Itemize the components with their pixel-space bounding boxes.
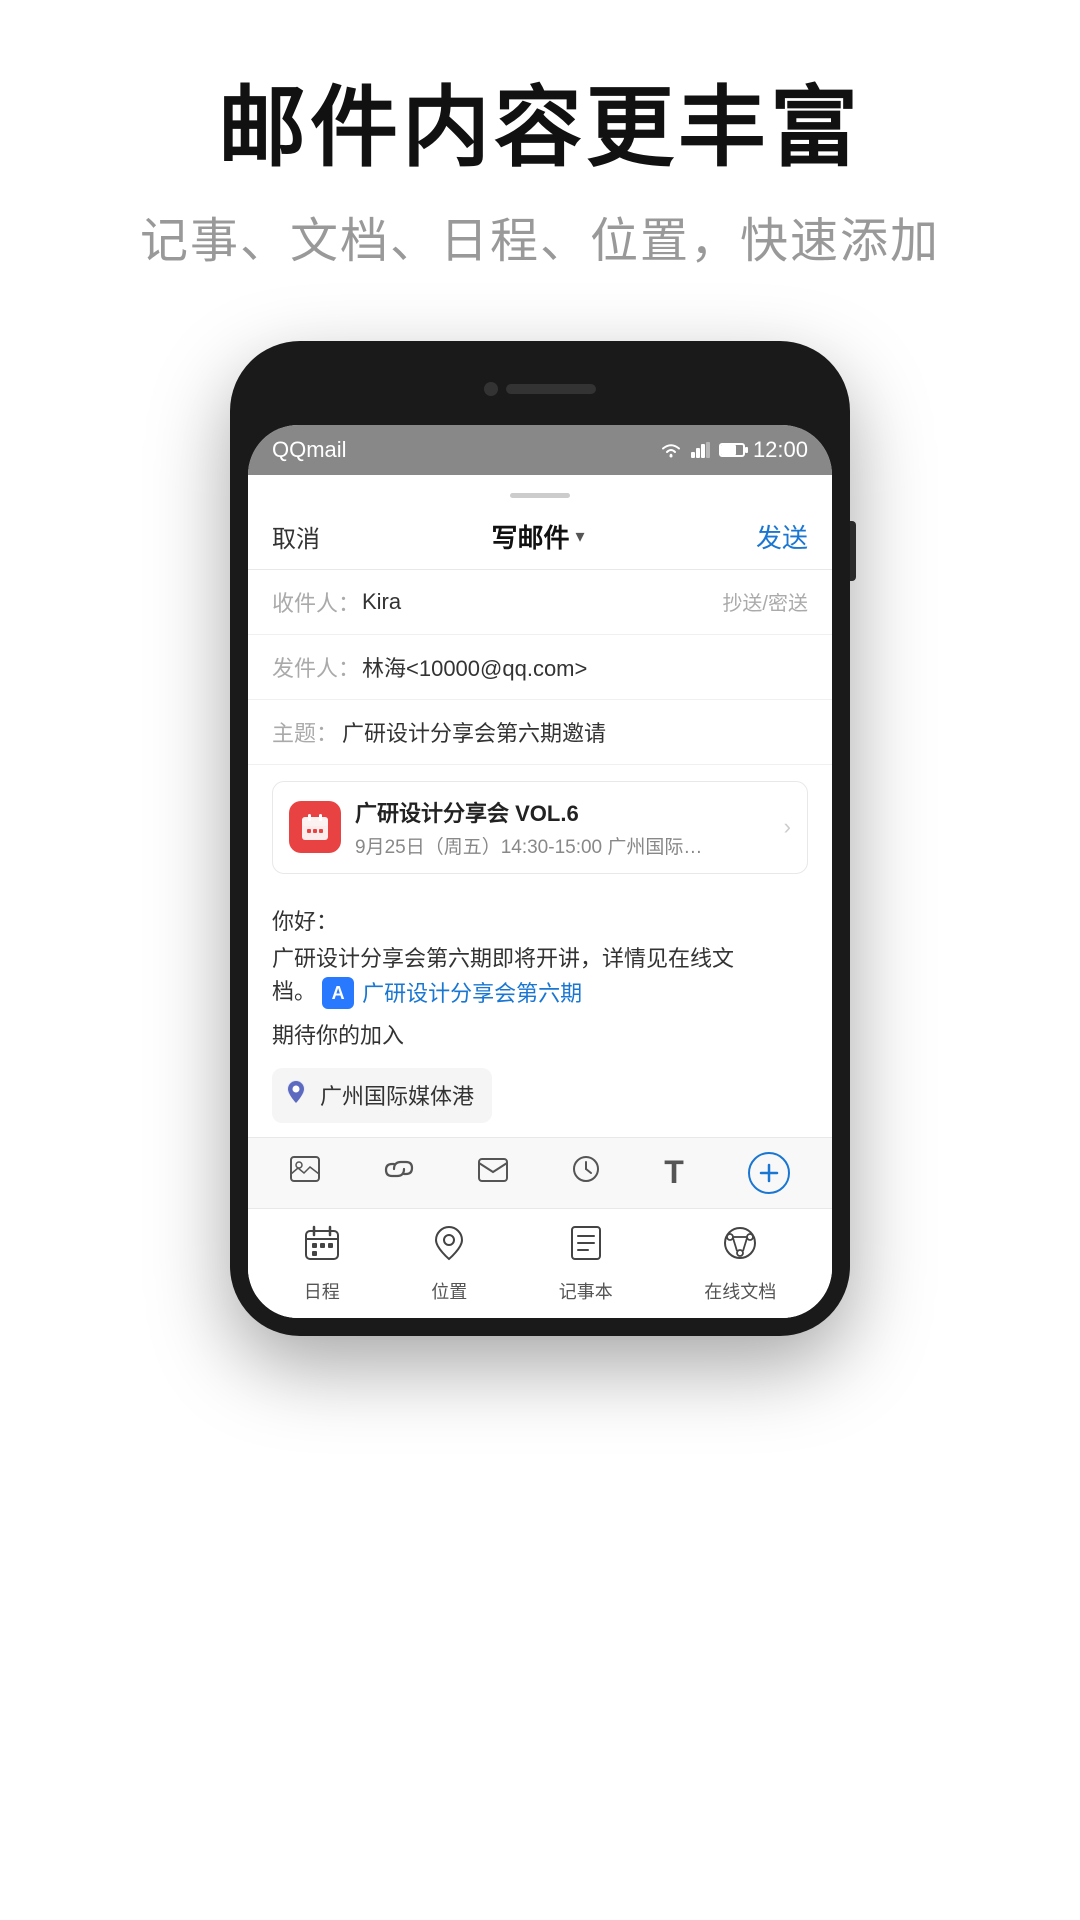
online-doc-tab-icon — [722, 1225, 758, 1270]
phone-screen: QQmail — [248, 425, 832, 1318]
status-icons: 12:00 — [659, 437, 808, 463]
email-body[interactable]: 你好： 广研设计分享会第六期即将开讲，详情见在线文 档。 A 广研设计分享会第六… — [248, 890, 832, 1056]
calendar-icon — [300, 812, 330, 842]
doc-link-wrap[interactable]: A 广研设计分享会第六期 — [322, 977, 582, 1010]
tab-online-doc-label: 在线文档 — [704, 1278, 776, 1304]
body-text-line1: 广研设计分享会第六期即将开讲，详情见在线文 — [272, 946, 734, 971]
signal-icon — [691, 442, 711, 458]
tab-note[interactable]: 记事本 — [559, 1225, 613, 1304]
calendar-info: 广研设计分享会 VOL.6 9月25日（周五）14:30-15:00 广州国际… — [355, 796, 784, 859]
drag-handle — [510, 493, 570, 498]
speaker-grille — [506, 384, 596, 394]
clock-toolbar-icon[interactable] — [572, 1155, 600, 1190]
tab-location-label: 位置 — [431, 1278, 467, 1304]
calendar-tab-svg — [304, 1225, 340, 1261]
note-tab-icon — [570, 1225, 602, 1270]
cc-button[interactable]: 抄送/密送 — [722, 587, 808, 616]
header-section: 邮件内容更丰富 记事、文档、日程、位置，快速添加 — [0, 0, 1080, 301]
card-chevron-icon: › — [784, 814, 791, 840]
image-svg-icon — [290, 1156, 320, 1182]
link-toolbar-icon[interactable] — [384, 1154, 414, 1191]
from-label: 发件人： — [272, 651, 362, 683]
tab-calendar-label: 日程 — [304, 1278, 340, 1304]
status-bar: QQmail — [248, 425, 832, 475]
phone-top-bar — [248, 359, 832, 419]
location-text: 广州国际媒体港 — [320, 1079, 474, 1111]
body-line1: 广研设计分享会第六期即将开讲，详情见在线文 — [272, 942, 808, 975]
plus-svg-icon — [758, 1162, 780, 1184]
status-time: 12:00 — [753, 437, 808, 463]
phone-mockup: QQmail — [230, 341, 850, 1336]
subject-value[interactable]: 广研设计分享会第六期邀请 — [342, 716, 606, 748]
compose-topbar: 取消 写邮件 ▾ 发送 — [248, 500, 832, 570]
tab-calendar[interactable]: 日程 — [304, 1225, 340, 1304]
calendar-icon-wrap — [289, 801, 341, 853]
link-svg-icon — [384, 1154, 414, 1184]
location-svg-icon — [282, 1078, 310, 1106]
email-compose[interactable]: 取消 写邮件 ▾ 发送 收件人： Kira 抄送/密送 — [248, 500, 832, 1318]
send-button[interactable]: 发送 — [756, 518, 808, 555]
wifi-icon — [659, 441, 683, 459]
side-button — [850, 521, 856, 581]
sub-title: 记事、文档、日程、位置，快速添加 — [0, 201, 1080, 271]
location-pin-icon — [282, 1078, 310, 1113]
body-line2: 档。 A 广研设计分享会第六期 — [272, 975, 808, 1010]
mail-svg-icon — [478, 1158, 508, 1182]
body-greeting: 你好： — [272, 904, 808, 936]
compose-title: 写邮件 — [491, 518, 569, 555]
calendar-event-detail: 9月25日（周五）14:30-15:00 广州国际… — [355, 832, 784, 859]
from-field: 发件人： 林海<10000@qq.com> — [248, 635, 832, 700]
doc-icon: A — [322, 977, 354, 1009]
tab-note-label: 记事本 — [559, 1278, 613, 1304]
location-tab-svg — [434, 1225, 464, 1261]
to-value[interactable]: Kira — [362, 589, 722, 615]
calendar-card[interactable]: 广研设计分享会 VOL.6 9月25日（周五）14:30-15:00 广州国际…… — [272, 781, 808, 874]
body-sign: 期待你的加入 — [272, 1018, 808, 1050]
to-label: 收件人： — [272, 586, 362, 618]
phone-wrapper: QQmail — [0, 341, 1080, 1336]
from-value: 林海<10000@qq.com> — [362, 651, 808, 683]
location-tab-icon — [434, 1225, 464, 1270]
body-text-line2: 档。 — [272, 979, 316, 1004]
cancel-button[interactable]: 取消 — [272, 519, 320, 554]
text-toolbar-icon[interactable]: T — [664, 1154, 684, 1191]
to-field[interactable]: 收件人： Kira 抄送/密送 — [248, 570, 832, 635]
main-title: 邮件内容更丰富 — [0, 80, 1080, 177]
tab-location[interactable]: 位置 — [431, 1225, 467, 1304]
doc-link-text[interactable]: 广研设计分享会第六期 — [362, 977, 582, 1010]
location-card[interactable]: 广州国际媒体港 — [272, 1068, 492, 1123]
subject-field[interactable]: 主题： 广研设计分享会第六期邀请 — [248, 700, 832, 765]
dropdown-arrow-icon[interactable]: ▾ — [575, 526, 584, 547]
calendar-tab-icon — [304, 1225, 340, 1270]
subject-label: 主题： — [272, 716, 342, 748]
mail-toolbar-icon[interactable] — [478, 1157, 508, 1189]
camera-dot — [484, 382, 498, 396]
page: 邮件内容更丰富 记事、文档、日程、位置，快速添加 QQmail — [0, 0, 1080, 1920]
image-toolbar-icon[interactable] — [290, 1156, 320, 1189]
plus-toolbar-icon[interactable] — [748, 1152, 790, 1194]
compose-title-wrap: 写邮件 ▾ — [491, 518, 584, 555]
bottom-tabs: 日程 位置 — [248, 1208, 832, 1318]
calendar-event-title: 广研设计分享会 VOL.6 — [355, 796, 784, 828]
compose-toolbar: T — [248, 1137, 832, 1208]
app-name: QQmail — [272, 437, 347, 463]
tab-online-doc[interactable]: 在线文档 — [704, 1225, 776, 1304]
note-tab-svg — [570, 1225, 602, 1261]
online-doc-tab-svg — [722, 1225, 758, 1261]
clock-svg-icon — [572, 1155, 600, 1183]
battery-icon — [719, 443, 745, 457]
